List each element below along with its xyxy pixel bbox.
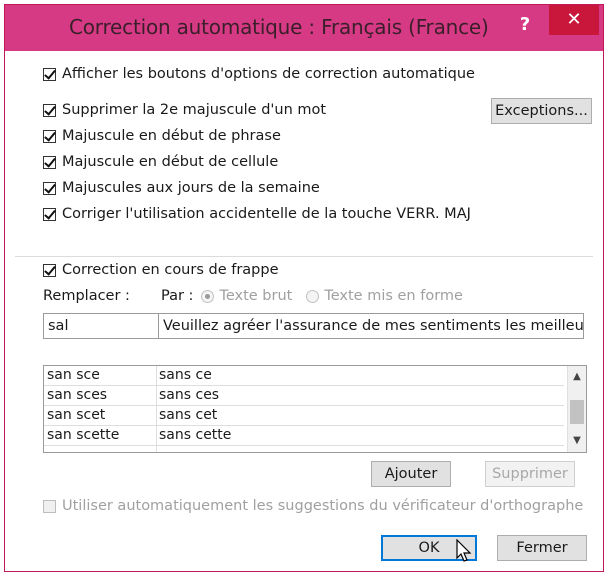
capitalize-sentence-label: Majuscule en début de phrase xyxy=(62,128,281,144)
replace-as-you-type-option[interactable]: Correction en cours de frappe xyxy=(43,259,283,281)
show-buttons-label: Afficher les boutons d'options de correc… xyxy=(62,66,475,82)
show-buttons-checkbox[interactable] xyxy=(43,67,56,81)
list-item[interactable]: san scette sans cette xyxy=(44,426,564,446)
add-button[interactable]: Ajouter xyxy=(371,461,451,487)
list-item-to: sans ce xyxy=(159,367,212,383)
two-initial-caps-option[interactable]: Supprimer la 2e majuscule d'un mot xyxy=(43,99,326,121)
list-item-to: sans cet xyxy=(159,407,218,423)
dialog-content: Afficher les boutons d'options de correc… xyxy=(15,51,593,563)
help-button[interactable]: ? xyxy=(511,12,539,38)
list-item-from: san scet xyxy=(47,407,106,423)
show-buttons-option[interactable]: Afficher les boutons d'options de correc… xyxy=(43,63,475,85)
scroll-thumb[interactable] xyxy=(570,400,584,424)
caps-lock-checkbox[interactable] xyxy=(43,207,56,221)
replace-input[interactable]: sal xyxy=(43,313,159,339)
close-button[interactable]: Fermer xyxy=(497,535,587,561)
caps-lock-label: Corriger l'utilisation accidentelle de l… xyxy=(62,206,471,222)
autocorrect-list[interactable]: san sce sans ce san sces sans ces san sc… xyxy=(43,365,587,453)
delete-button[interactable]: Supprimer xyxy=(485,461,575,487)
two-initial-caps-checkbox[interactable] xyxy=(43,103,56,117)
caps-lock-option[interactable]: Corriger l'utilisation accidentelle de l… xyxy=(43,203,471,225)
list-scrollbar[interactable]: ▲ ▼ xyxy=(567,366,586,452)
capitalize-sentence-option[interactable]: Majuscule en début de phrase xyxy=(43,125,281,147)
use-spellchecker-option[interactable]: Utiliser automatiquement les suggestions… xyxy=(43,495,583,517)
with-label: Par : xyxy=(161,288,194,304)
capitalize-days-label: Majuscules aux jours de la semaine xyxy=(62,180,320,196)
dialog-title: Correction automatique : Français (Franc… xyxy=(69,15,489,39)
list-item-from: san sces xyxy=(47,387,108,403)
capitalize-cell-checkbox[interactable] xyxy=(43,155,56,169)
with-header-row: Par : Texte brut Texte mis en forme xyxy=(161,285,463,307)
mouse-pointer-icon xyxy=(456,539,472,562)
title-bar: Correction automatique : Français (Franc… xyxy=(5,5,603,51)
two-initial-caps-label: Supprimer la 2e majuscule d'un mot xyxy=(62,102,327,118)
list-item-to: sans ces xyxy=(159,387,220,403)
replace-header-row: Remplacer : xyxy=(43,285,130,307)
plain-text-radio[interactable] xyxy=(201,289,215,303)
plain-text-label: Texte brut xyxy=(219,288,293,304)
capitalize-sentence-checkbox[interactable] xyxy=(43,129,56,143)
capitalize-days-checkbox[interactable] xyxy=(43,181,56,195)
capitalize-days-option[interactable]: Majuscules aux jours de la semaine xyxy=(43,177,320,199)
list-item[interactable]: san sces sans ces xyxy=(44,386,564,406)
group-divider xyxy=(15,256,593,257)
list-item-from: san sce xyxy=(47,367,100,383)
capitalize-cell-label: Majuscule en début de cellule xyxy=(62,154,279,170)
list-item[interactable]: san scet sans cet xyxy=(44,406,564,426)
list-item-from: san scette xyxy=(47,427,120,443)
list-item[interactable]: san sce sans ce xyxy=(44,366,564,386)
list-item-to: sans cette xyxy=(159,427,232,443)
formatted-text-label: Texte mis en forme xyxy=(324,288,463,304)
formatted-text-radio[interactable] xyxy=(306,289,320,303)
use-spellchecker-checkbox[interactable] xyxy=(43,499,56,513)
scroll-down-icon[interactable]: ▼ xyxy=(568,432,586,450)
autocorrect-dialog: Correction automatique : Français (Franc… xyxy=(4,4,604,572)
scroll-up-icon[interactable]: ▲ xyxy=(568,368,586,386)
capitalize-cell-option[interactable]: Majuscule en début de cellule xyxy=(43,151,278,173)
with-input[interactable]: Veuillez agréer l'assurance de mes senti… xyxy=(158,313,584,339)
exceptions-button[interactable]: Exceptions... xyxy=(491,98,592,124)
replace-as-you-type-checkbox[interactable] xyxy=(43,263,56,277)
use-spellchecker-label: Utiliser automatiquement les suggestions… xyxy=(62,498,584,514)
replace-as-you-type-label: Correction en cours de frappe xyxy=(62,262,279,278)
replace-label: Remplacer : xyxy=(43,288,130,304)
close-icon[interactable]: ✕ xyxy=(549,5,599,35)
